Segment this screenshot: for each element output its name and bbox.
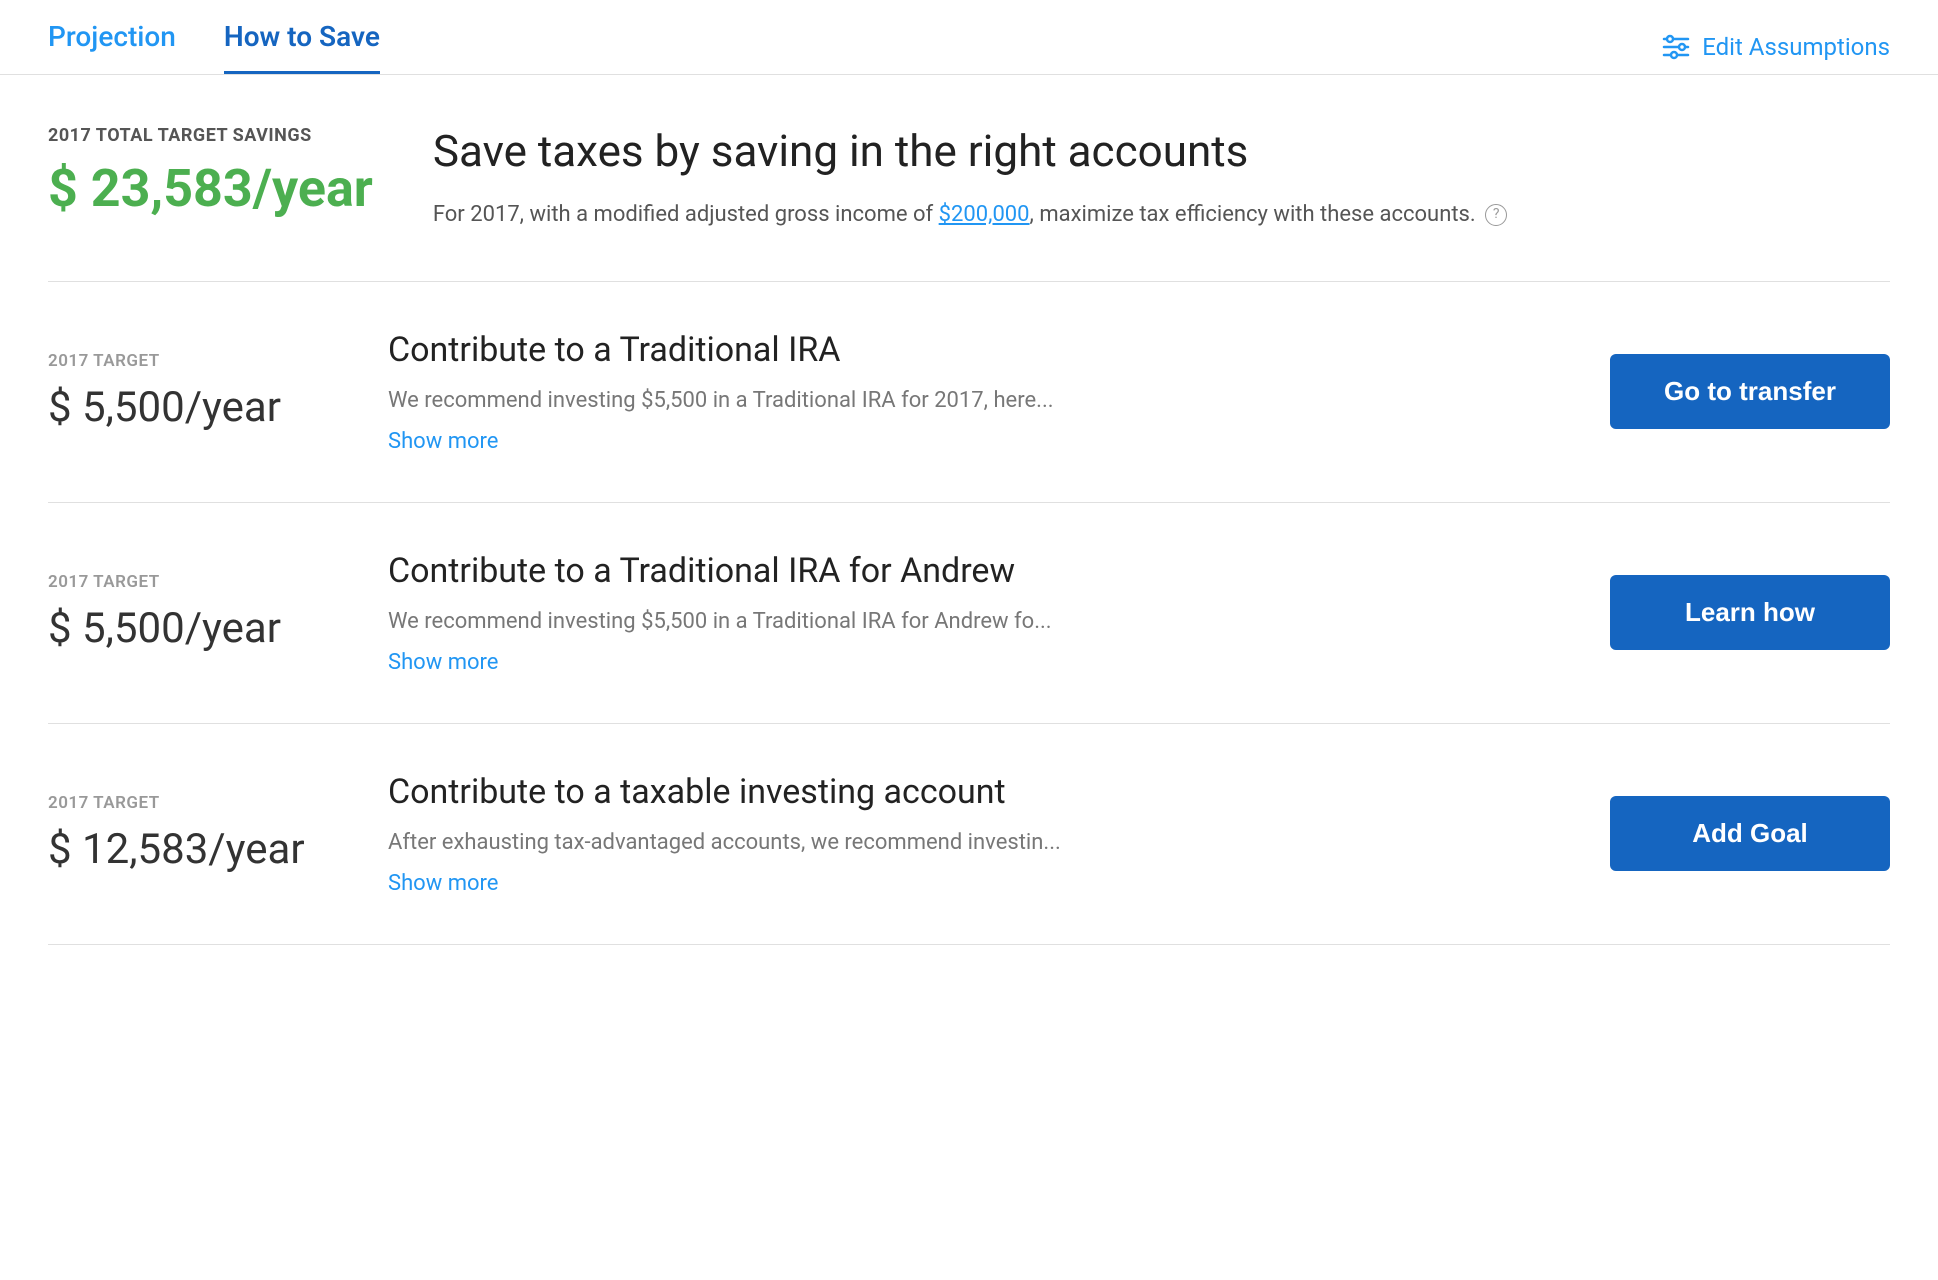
recommendation-row-2: 2017 TARGET $ 5,500/year Contribute to a… <box>48 503 1890 724</box>
go-to-transfer-button[interactable]: Go to transfer <box>1610 354 1890 429</box>
tab-projection[interactable]: Projection <box>48 20 176 74</box>
rec-2-target-amount: $ 5,500/year <box>48 604 328 653</box>
rec-2-target-label: 2017 TARGET <box>48 572 328 592</box>
rec-3-target-amount: $ 12,583/year <box>48 825 328 874</box>
rec-1-title: Contribute to a Traditional IRA <box>388 330 1510 370</box>
rec-3-title: Contribute to a taxable investing accoun… <box>388 772 1510 812</box>
rec-3-show-more[interactable]: Show more <box>388 871 498 896</box>
rec-1-desc-block: Contribute to a Traditional IRA We recom… <box>388 330 1510 454</box>
recommendation-row-1: 2017 TARGET $ 5,500/year Contribute to a… <box>48 282 1890 503</box>
income-amount-link[interactable]: $200,000 <box>939 202 1030 227</box>
top-title: Save taxes by saving in the right accoun… <box>433 125 1890 178</box>
tabs: Projection How to Save <box>48 20 380 74</box>
total-target-label: 2017 TOTAL TARGET SAVINGS <box>48 125 373 146</box>
rec-2-text: We recommend investing $5,500 in a Tradi… <box>388 605 1510 638</box>
add-goal-button[interactable]: Add Goal <box>1610 796 1890 871</box>
rec-2-action-block: Learn how <box>1570 575 1890 650</box>
total-target-amount: $ 23,583/year <box>48 158 373 219</box>
sliders-icon <box>1660 31 1692 63</box>
rec-3-target-block: 2017 TARGET $ 12,583/year <box>48 793 328 874</box>
top-section: 2017 TOTAL TARGET SAVINGS $ 23,583/year … <box>48 75 1890 282</box>
tab-bar: Projection How to Save Edit Assumptions <box>0 0 1938 75</box>
rec-2-title: Contribute to a Traditional IRA for Andr… <box>388 551 1510 591</box>
description-post: , maximize tax efficiency with these acc… <box>1030 202 1476 227</box>
edit-assumptions-button[interactable]: Edit Assumptions <box>1660 31 1890 63</box>
description-pre: For 2017, with a modified adjusted gross… <box>433 202 939 227</box>
rec-1-target-amount: $ 5,500/year <box>48 383 328 432</box>
rec-2-target-block: 2017 TARGET $ 5,500/year <box>48 572 328 653</box>
main-content: 2017 TOTAL TARGET SAVINGS $ 23,583/year … <box>0 75 1938 945</box>
rec-3-target-label: 2017 TARGET <box>48 793 328 813</box>
rec-3-action-block: Add Goal <box>1570 796 1890 871</box>
rec-3-desc-block: Contribute to a taxable investing accoun… <box>388 772 1510 896</box>
tab-how-to-save[interactable]: How to Save <box>224 20 380 74</box>
top-description-text: For 2017, with a modified adjusted gross… <box>433 198 1890 231</box>
recommendation-row-3: 2017 TARGET $ 12,583/year Contribute to … <box>48 724 1890 945</box>
rec-1-target-label: 2017 TARGET <box>48 351 328 371</box>
rec-3-text: After exhausting tax-advantaged accounts… <box>388 826 1510 859</box>
total-target-savings-block: 2017 TOTAL TARGET SAVINGS $ 23,583/year <box>48 125 373 219</box>
top-description-block: Save taxes by saving in the right accoun… <box>433 125 1890 231</box>
rec-2-show-more[interactable]: Show more <box>388 650 498 675</box>
edit-assumptions-label: Edit Assumptions <box>1702 33 1890 61</box>
rec-1-target-block: 2017 TARGET $ 5,500/year <box>48 351 328 432</box>
rec-2-desc-block: Contribute to a Traditional IRA for Andr… <box>388 551 1510 675</box>
info-icon[interactable]: ? <box>1485 204 1507 226</box>
rec-1-show-more[interactable]: Show more <box>388 429 498 454</box>
rec-1-action-block: Go to transfer <box>1570 354 1890 429</box>
learn-how-button[interactable]: Learn how <box>1610 575 1890 650</box>
rec-1-text: We recommend investing $5,500 in a Tradi… <box>388 384 1510 417</box>
page-container: Projection How to Save Edit Assumptions … <box>0 0 1938 945</box>
